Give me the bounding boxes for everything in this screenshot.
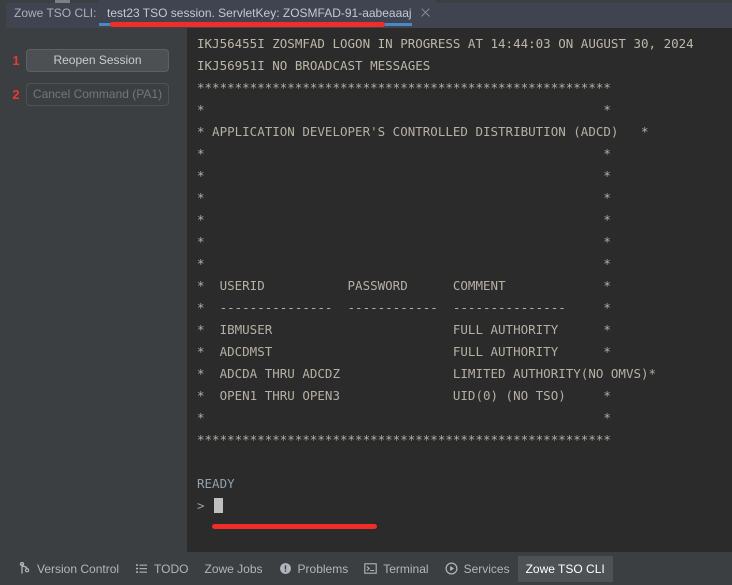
console-line: * IBMUSER FULL AUTHORITY *	[197, 322, 611, 337]
console-line: * --------------- ------------ ---------…	[197, 300, 611, 315]
console-line: * *	[197, 256, 611, 271]
statusbar-item-label: Zowe Jobs	[204, 561, 263, 576]
prompt-symbol: >	[197, 498, 205, 513]
play-icon	[445, 562, 458, 575]
statusbar-item-todo[interactable]: TODO	[127, 556, 196, 582]
console-line: * USERID PASSWORD COMMENT *	[197, 278, 611, 293]
cancel-command-row: 2 Cancel Command (PA1)	[6, 82, 187, 106]
statusbar-item-label: Version Control	[37, 561, 120, 576]
cancel-command-button[interactable]: Cancel Command (PA1)	[26, 82, 169, 106]
window-edge-artifact	[55, 0, 70, 3]
statusbar-item-version-control[interactable]: Version Control	[10, 556, 127, 582]
console-line: IKJ56455I ZOSMFAD LOGON IN PROGRESS AT 1…	[197, 36, 694, 51]
console-line: * *	[197, 168, 611, 183]
warning-icon	[279, 562, 292, 575]
annotation-marker-2: 2	[12, 86, 20, 102]
console-line: * *	[197, 410, 611, 425]
console-line: * OPEN1 THRU OPEN3 UID(0) (NO TSO) *	[197, 388, 611, 403]
text-cursor	[213, 498, 223, 513]
statusbar-item-label: Services	[463, 561, 510, 576]
statusbar-item-terminal[interactable]: Terminal	[356, 556, 436, 582]
annotation-underline-prompt	[212, 524, 377, 529]
statusbar-item-zowe-tso-cli[interactable]: Zowe TSO CLI	[517, 555, 613, 582]
session-actions-panel: 1 Reopen Session 2 Cancel Command (PA1)	[6, 28, 188, 552]
console-line: READY	[197, 476, 235, 491]
statusbar-item-label: TODO	[154, 561, 189, 576]
console-line: IKJ56951I NO BROADCAST MESSAGES	[197, 58, 431, 73]
statusbar-item-zowe-jobs[interactable]: Zowe Jobs	[197, 556, 271, 582]
console-line: ****************************************…	[197, 80, 611, 95]
close-icon[interactable]	[419, 6, 432, 19]
reopen-session-button[interactable]: Reopen Session	[26, 48, 169, 72]
console-line: * *	[197, 190, 611, 205]
statusbar-item-services[interactable]: Services	[437, 556, 518, 582]
annotation-underline-tab	[110, 22, 385, 27]
statusbar-item-problems[interactable]: Problems	[271, 556, 357, 582]
branch-icon	[18, 562, 31, 575]
session-tab-label: test23 TSO session. ServletKey: ZOSMFAD-…	[107, 5, 412, 20]
list-icon	[135, 562, 148, 575]
console-line: * ADCDMST FULL AUTHORITY *	[197, 344, 611, 359]
zowe-tso-cli-tool-window: Zowe TSO CLI: test23 TSO session. Servle…	[0, 0, 732, 585]
terminal-icon	[364, 562, 377, 575]
console-line: * APPLICATION DEVELOPER'S CONTROLLED DIS…	[197, 124, 649, 139]
reopen-session-row: 1 Reopen Session	[6, 48, 187, 72]
console-line: * *	[197, 102, 611, 117]
console-line: * *	[197, 212, 611, 227]
console-line: * *	[197, 234, 611, 249]
statusbar-item-label: Problems	[297, 561, 349, 576]
console-line: ****************************************…	[197, 432, 611, 447]
console-text: IKJ56455I ZOSMFAD LOGON IN PROGRESS AT 1…	[197, 33, 694, 517]
command-prompt-line[interactable]: >	[197, 495, 694, 517]
annotation-marker-1: 1	[12, 52, 20, 68]
statusbar-item-label: Zowe TSO CLI	[525, 561, 605, 576]
tool-window-title: Zowe TSO CLI:	[14, 6, 97, 20]
tso-console-output[interactable]: IKJ56455I ZOSMFAD LOGON IN PROGRESS AT 1…	[188, 28, 732, 552]
statusbar-item-label: Terminal	[383, 561, 429, 576]
ide-status-bar: Version Control TODO Zowe Jobs Problems …	[0, 552, 732, 585]
console-line: * *	[197, 146, 611, 161]
console-line: * ADCDA THRU ADCDZ LIMITED AUTHORITY(NO …	[197, 366, 657, 381]
